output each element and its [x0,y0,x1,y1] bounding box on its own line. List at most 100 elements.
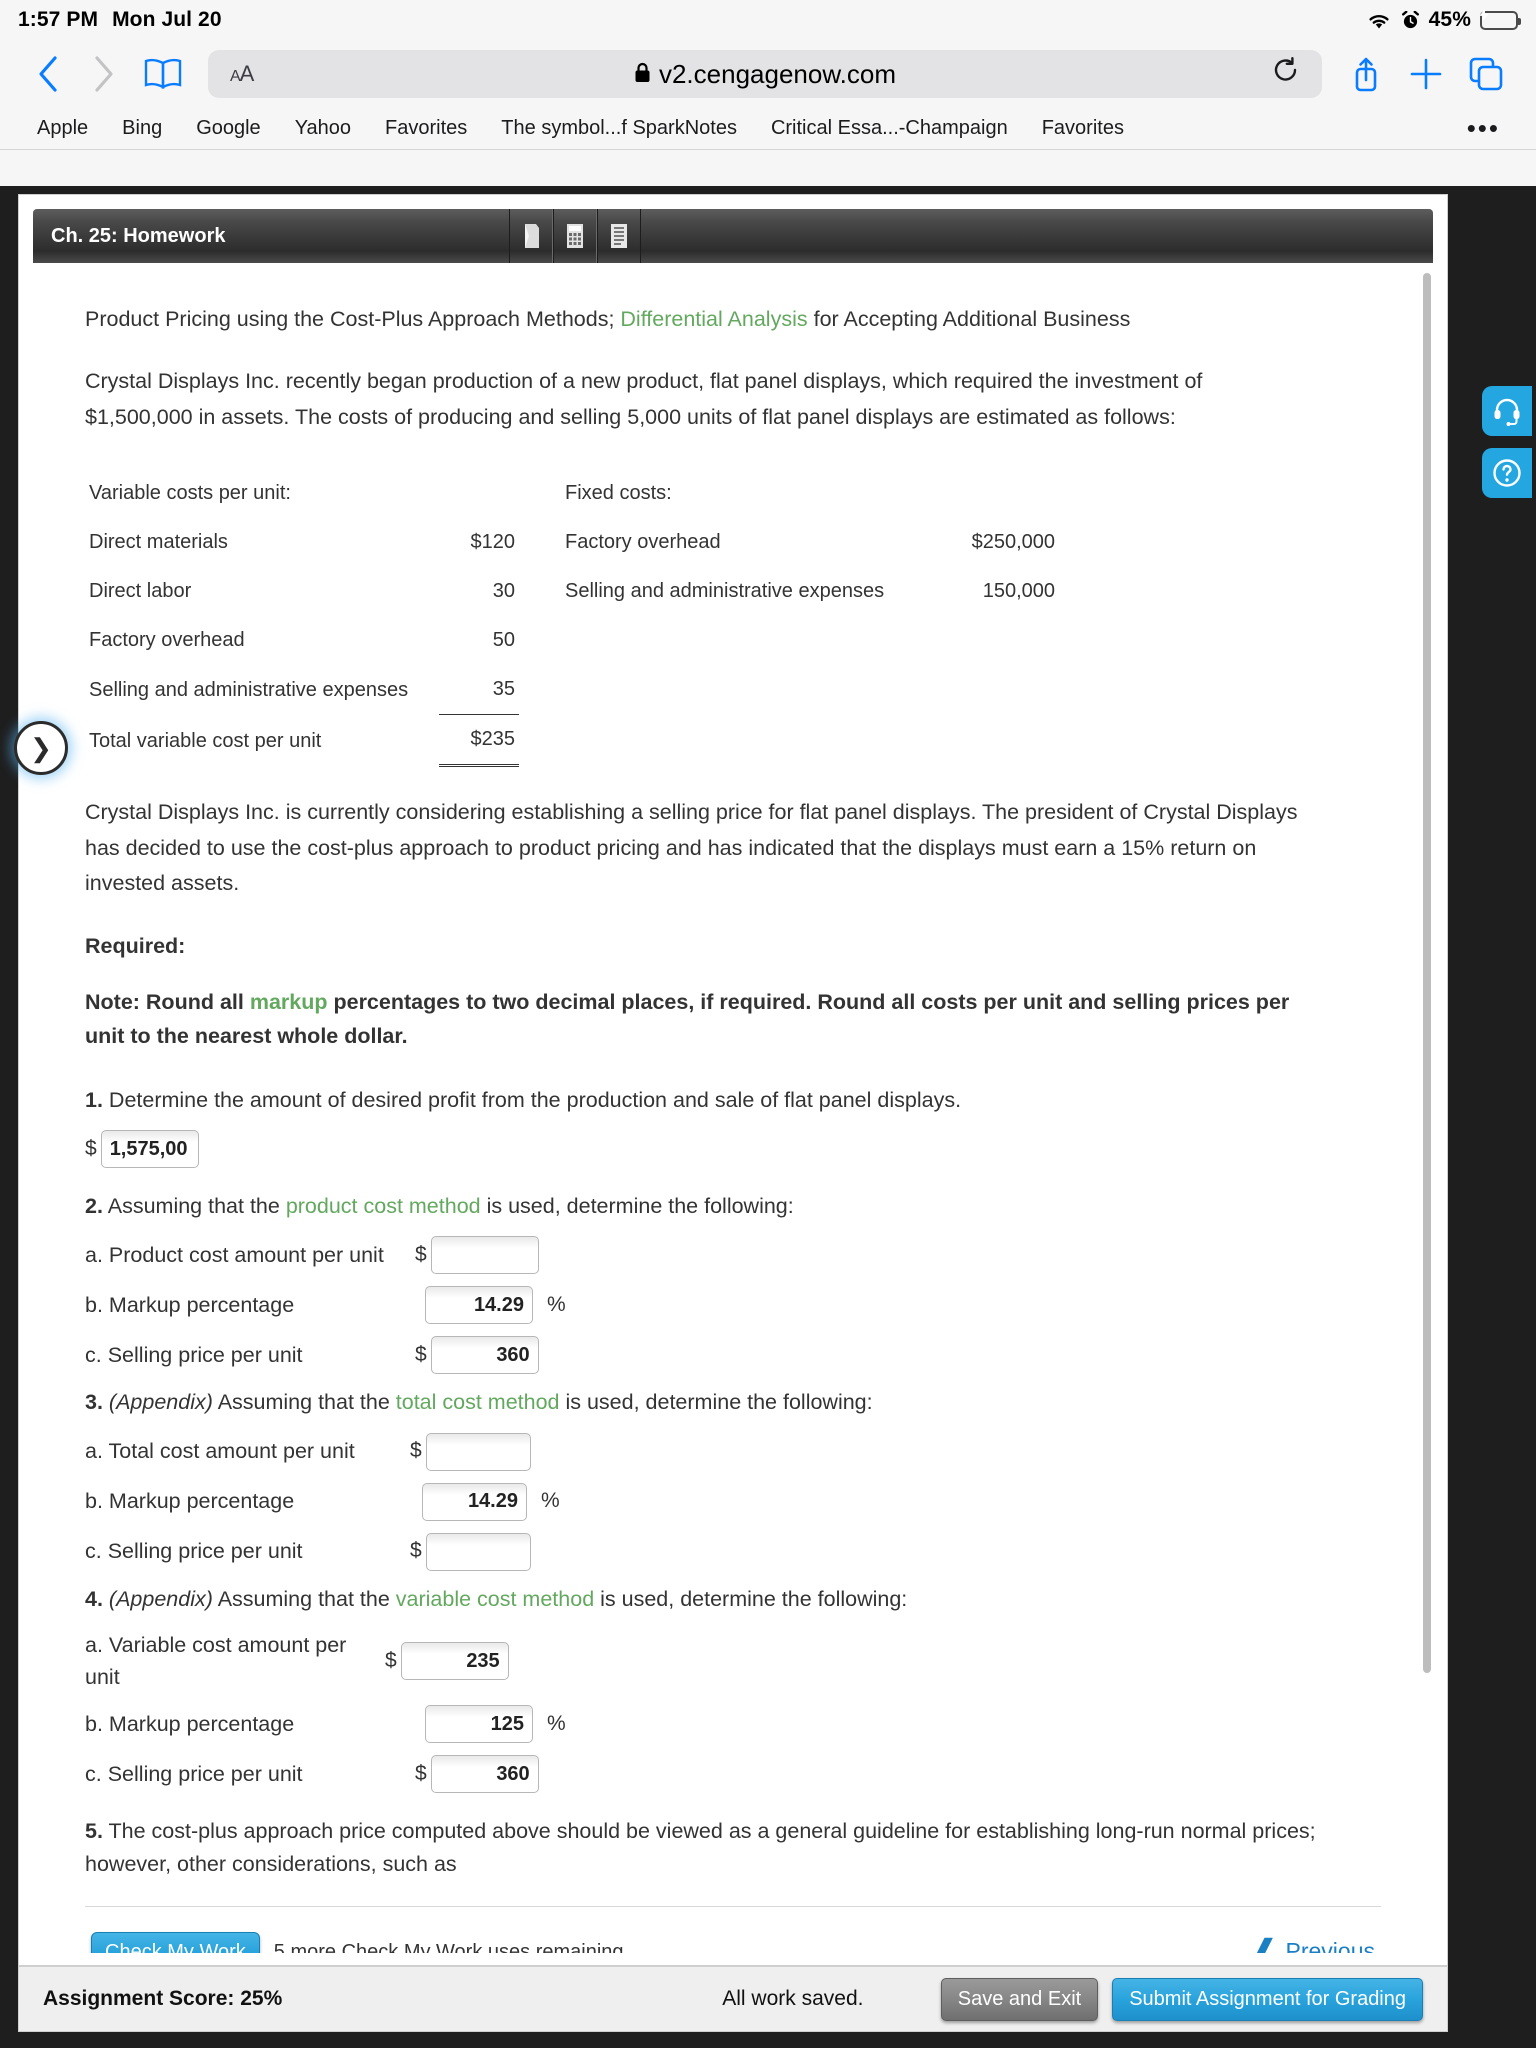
variable-row-label: Selling and administrative expenses [89,678,409,701]
bookmarks-overflow-icon[interactable]: ••• [1467,113,1516,144]
bookmark-item[interactable]: Apple [20,117,105,140]
table-row: Variable costs per unit: Fixed costs: [89,469,1055,518]
q4c-selling-price-input[interactable] [430,1755,539,1794]
plus-icon[interactable] [1398,48,1454,100]
table-row: Direct materials $120 Factory overhead $… [89,518,1055,567]
assignment-footer: Assignment Score: 25% All work saved. Sa… [18,1966,1448,2032]
item-letter: b. [85,1488,103,1513]
item-label: Markup percentage [108,1711,295,1736]
variable-row-value: 30 [492,580,515,603]
problem-body: Crystal Displays Inc. is currently consi… [85,800,1298,896]
tabs-icon[interactable] [1458,48,1514,100]
save-and-exit-button[interactable]: Save and Exit [940,1977,1099,2021]
markup-link[interactable]: markup [250,990,328,1014]
question-1-answer: $ [85,1130,1381,1168]
question-2: 2. Assuming that the product cost method… [85,1190,1381,1222]
table-row: Direct labor 30 Selling and administrati… [89,567,1055,616]
table-row: Selling and administrative expenses 35 [89,665,1055,715]
bookmark-item[interactable]: The symbol...f SparkNotes [484,117,754,140]
table-total-row: Total variable cost per unit $235 [89,714,1055,768]
notes-icon[interactable] [597,209,642,263]
question-3: 3. (Appendix) Assuming that the total co… [85,1386,1381,1418]
bookmark-item[interactable]: Google [179,117,278,140]
browser-toolbar: AA v2.cengagenow.com [0,40,1536,108]
battery-charging-icon [1479,8,1521,30]
q2-item-b: b. Markup percentage % [85,1286,1381,1325]
item-letter: a. [85,1242,103,1267]
battery-percent: 45% [1428,8,1471,31]
variable-costs-heading: Variable costs per unit: [89,482,291,505]
q3a-total-cost-input[interactable] [425,1432,531,1471]
chevron-right-circle-icon[interactable]: ❯ [14,721,68,775]
q4-item-a: a. Variable cost amount per unit $ [85,1629,1381,1694]
assignment-frame: Ch. 25: Homework Product Pricing using t… [18,194,1448,1966]
item-letter: a. [85,1438,103,1463]
q4a-variable-cost-input[interactable] [400,1642,509,1680]
total-variable-label: Total variable cost per unit [89,729,322,752]
q4-item-c: c. Selling price per unit $ [85,1755,1381,1794]
chevron-right-icon [78,48,130,100]
text-size-button[interactable]: AA [230,61,254,87]
item-label: Selling price per unit [107,1342,303,1367]
share-icon[interactable] [1338,48,1394,100]
alarm-icon [1401,10,1420,30]
calculator-icon[interactable] [553,209,598,263]
book-icon[interactable] [134,48,192,100]
dollar-sign: $ [410,1539,422,1563]
support-buttons [1482,386,1536,510]
question-text-before: Assuming that the [212,1586,396,1611]
browser-viewport: Ch. 25: Homework Product Pricing using t… [0,186,1536,2048]
q4b-markup-input[interactable] [425,1705,533,1744]
item-label: Total cost amount per unit [108,1438,355,1463]
lock-icon [634,59,651,90]
submit-assignment-button[interactable]: Submit Assignment for Grading [1112,1977,1423,2021]
status-time: 1:57 PM [18,8,99,31]
bookmark-item[interactable]: Critical Essa...-Champaign [754,117,1025,140]
required-heading: Required: [85,933,186,958]
q2-item-c: c. Selling price per unit $ [85,1336,1381,1375]
cost-table: Variable costs per unit: Fixed costs: Di… [89,469,1055,768]
question-4: 4. (Appendix) Assuming that the variable… [85,1583,1381,1615]
q2b-markup-input[interactable] [425,1286,533,1325]
item-label: Selling price per unit [107,1761,303,1786]
total-cost-method-link[interactable]: total cost method [396,1390,560,1414]
assignment-score: Assignment Score: 25% [43,1987,283,2010]
variable-row-value: 50 [492,629,515,652]
help-question-icon[interactable] [1482,448,1532,498]
q3c-selling-price-input[interactable] [425,1532,531,1571]
content-scrollbar[interactable] [1423,273,1431,1673]
q2c-selling-price-input[interactable] [430,1336,539,1375]
bookmark-item[interactable]: Favorites [368,117,484,140]
problem-title-part2: for Accepting Additional Business [807,307,1131,331]
assignment-header: Ch. 25: Homework [33,209,1433,263]
bookmark-item[interactable]: Yahoo [278,117,368,140]
item-letter: a. [85,1632,103,1657]
dollar-sign: $ [415,1342,427,1366]
ebook-icon[interactable] [509,209,554,263]
differential-analysis-link[interactable]: Differential Analysis [620,307,807,331]
address-bar[interactable]: AA v2.cengagenow.com [208,50,1322,98]
variable-row-value: $120 [470,531,516,554]
bookmarks-bar: Apple Bing Google Yahoo Favorites The sy… [0,108,1536,150]
headset-support-icon[interactable] [1482,386,1532,436]
desired-profit-input[interactable] [100,1130,199,1168]
q3b-markup-input[interactable] [422,1482,527,1521]
question-text: Determine the amount of desired profit f… [108,1087,962,1112]
check-my-work-button[interactable]: Check My Work [91,1931,260,1953]
chevron-left-icon[interactable] [22,48,74,100]
dollar-sign: $ [415,1761,427,1785]
dollar-sign: $ [410,1439,422,1463]
q3-item-a: a. Total cost amount per unit $ [85,1432,1381,1471]
percent-sign: % [547,1711,566,1735]
bookmark-item[interactable]: Bing [105,117,179,140]
variable-cost-method-link[interactable]: variable cost method [396,1587,594,1611]
q2a-product-cost-input[interactable] [430,1236,539,1275]
previous-label: Previous [1285,1938,1375,1953]
previous-button[interactable]: ❰ Previous [1252,1929,1375,1953]
item-label: Selling price per unit [107,1538,303,1563]
question-number: 2. [85,1194,103,1218]
reload-icon[interactable] [1272,56,1300,92]
bookmark-item[interactable]: Favorites [1025,117,1141,140]
product-cost-method-link[interactable]: product cost method [286,1194,481,1218]
dollar-sign: $ [385,1648,397,1672]
